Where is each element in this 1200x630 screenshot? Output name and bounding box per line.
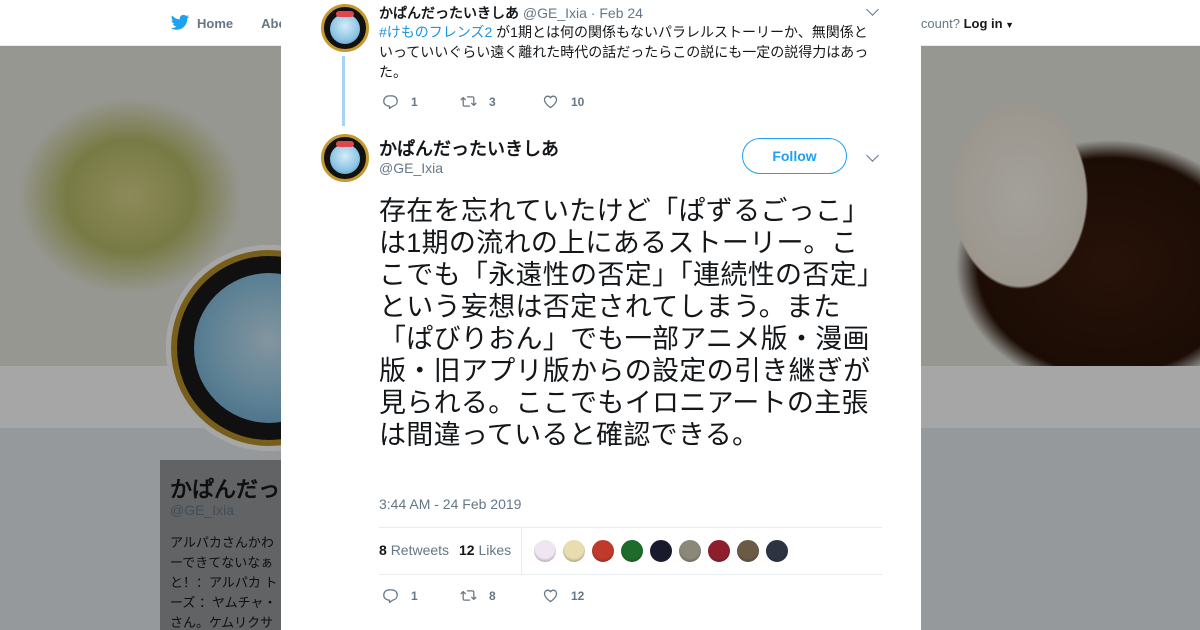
separator-dot: · — [590, 5, 596, 21]
liker-avatar[interactable] — [707, 539, 731, 563]
nav-home[interactable]: Home — [197, 16, 233, 31]
twitter-bird-icon — [170, 14, 190, 30]
liker-avatars — [533, 539, 794, 563]
liker-avatar[interactable] — [736, 539, 760, 563]
retweet-icon — [460, 96, 477, 107]
retweet-stat-label: Retweets — [390, 542, 450, 558]
retweet-count: 8 — [489, 588, 496, 603]
liker-avatar[interactable] — [562, 539, 586, 563]
tweet-text: 存在を忘れていたけど「ぱずるごっこ」は1期の流れの上にあるストーリー。ここでも「… — [379, 196, 871, 450]
follow-button[interactable]: Follow — [742, 138, 847, 174]
chevron-down-icon[interactable] — [866, 149, 879, 162]
retweet-icon — [460, 590, 477, 601]
login-link[interactable]: Log in — [964, 16, 1003, 31]
like-stat-count: 12 — [459, 542, 475, 558]
parent-tweet-header: かぱんだったいきしあ @GE_Ixia · Feb 24 — [379, 3, 643, 23]
like-stat-label: Likes — [478, 542, 512, 558]
parent-tweet-text: #けものフレンズ2 が1期とは何の関係もないパラレルストーリーか、無関係といって… — [379, 22, 874, 82]
chevron-down-icon[interactable] — [866, 3, 879, 16]
liker-avatar[interactable] — [765, 539, 789, 563]
like-count: 10 — [571, 94, 585, 109]
author-name[interactable]: かぱんだったいきしあ — [379, 135, 559, 161]
hashtag-link[interactable]: #けものフレンズ2 — [379, 24, 492, 40]
like-stat[interactable]: 12 Likes — [459, 542, 511, 558]
account-prompt-text: ccount? — [914, 16, 960, 31]
liker-avatar[interactable] — [533, 539, 557, 563]
retweet-button[interactable]: 3 — [460, 93, 542, 110]
retweet-stat[interactable]: 8 Retweets — [379, 542, 449, 558]
login-prompt: ccount? Log in ▼ — [914, 16, 1014, 31]
caret-down-icon: ▼ — [1002, 20, 1014, 30]
tweet-stats: 8 Retweets 12 Likes — [379, 527, 882, 575]
liker-avatar[interactable] — [678, 539, 702, 563]
tweet-date[interactable]: Feb 24 — [599, 5, 643, 21]
like-count: 12 — [571, 588, 585, 603]
retweet-count: 3 — [489, 94, 496, 109]
thread-connector — [342, 56, 345, 126]
retweet-button[interactable]: 8 — [460, 587, 542, 604]
close-icon[interactable] — [1154, 12, 1178, 36]
reply-count: 1 — [411, 588, 418, 603]
tweet-modal: かぱんだったいきしあ @GE_Ixia · Feb 24 #けものフレンズ2 が… — [281, 0, 921, 630]
reply-button[interactable]: 1 — [382, 93, 460, 110]
avatar[interactable] — [321, 134, 369, 182]
heart-icon — [543, 589, 558, 603]
tweet-timestamp[interactable]: 3:44 AM - 24 Feb 2019 — [379, 496, 521, 512]
like-button[interactable]: 12 — [542, 587, 584, 604]
liker-avatar[interactable] — [649, 539, 673, 563]
parent-tweet-actions: 1 3 10 — [382, 93, 584, 110]
reply-count: 1 — [411, 94, 418, 109]
reply-button[interactable]: 1 — [382, 587, 460, 604]
liker-avatar[interactable] — [620, 539, 644, 563]
tweet-actions: 1 8 12 — [382, 587, 584, 604]
author-name[interactable]: かぱんだったいきしあ — [379, 5, 519, 21]
author-handle[interactable]: @GE_Ixia — [379, 160, 443, 176]
reply-icon — [383, 95, 398, 110]
retweet-stat-count: 8 — [379, 542, 387, 558]
like-button[interactable]: 10 — [542, 93, 584, 110]
author-handle[interactable]: @GE_Ixia — [523, 5, 587, 21]
reply-icon — [383, 589, 398, 604]
avatar[interactable] — [321, 4, 369, 52]
liker-avatar[interactable] — [591, 539, 615, 563]
heart-icon — [543, 95, 558, 109]
